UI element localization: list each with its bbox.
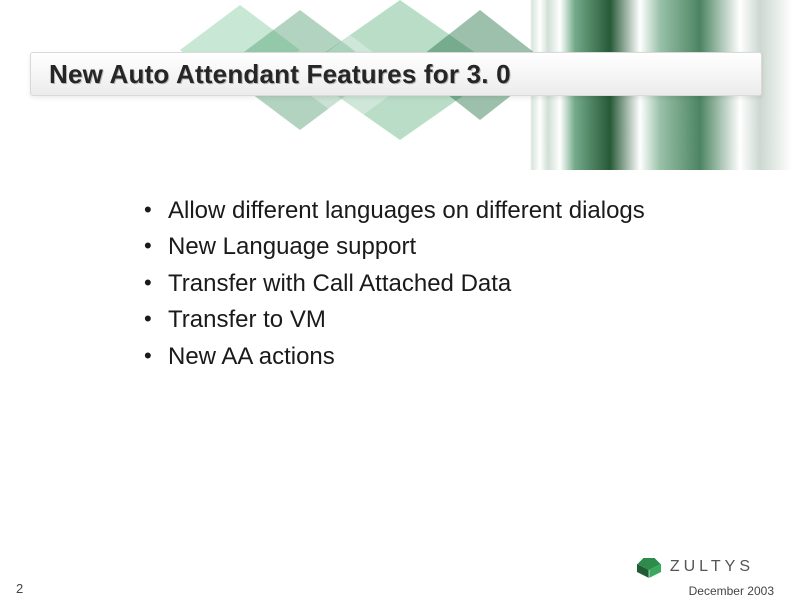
brand-logo: ZULTYS: [636, 556, 754, 578]
bullet-item: Transfer with Call Attached Data: [140, 268, 700, 300]
bullet-list: Allow different languages on different d…: [140, 195, 700, 377]
logo-cube-icon: [636, 556, 662, 578]
slide-title: New Auto Attendant Features for 3. 0: [49, 59, 511, 90]
footer-date: December 2003: [689, 584, 774, 598]
page-number: 2: [16, 581, 23, 596]
logo-text: ZULTYS: [670, 558, 754, 576]
bullet-item: Allow different languages on different d…: [140, 195, 700, 227]
title-bar: New Auto Attendant Features for 3. 0: [30, 52, 762, 96]
bullet-item: New AA actions: [140, 341, 700, 373]
bullet-item: Transfer to VM: [140, 304, 700, 336]
bullet-item: New Language support: [140, 231, 700, 263]
